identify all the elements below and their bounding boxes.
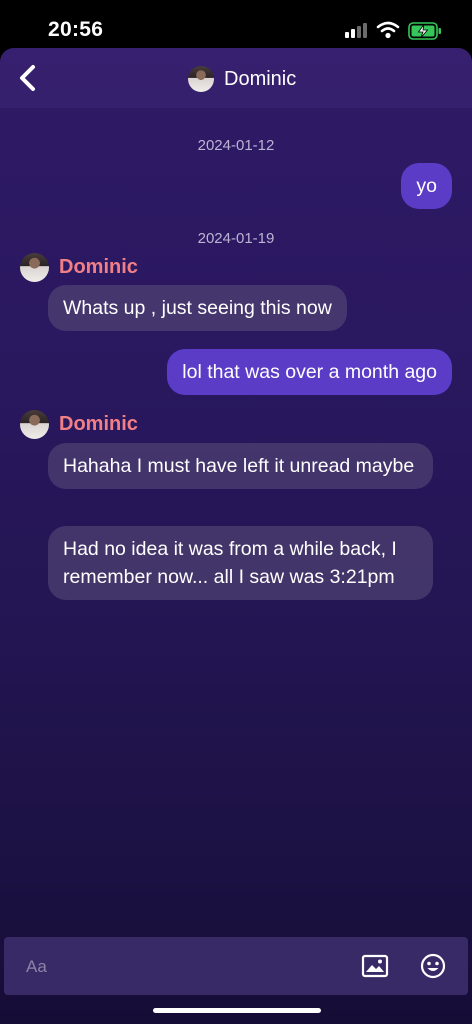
incoming-message[interactable]: Had no idea it was from a while back, I … — [48, 526, 433, 600]
chevron-left-icon — [20, 65, 35, 91]
incoming-message[interactable]: Whats up , just seeing this now — [48, 285, 347, 331]
sender-row: Dominic — [20, 253, 138, 282]
outgoing-message[interactable]: yo — [401, 163, 452, 209]
avatar[interactable] — [20, 410, 49, 439]
sender-name: Dominic — [59, 413, 138, 435]
contact-info[interactable]: Dominic — [188, 65, 296, 93]
contact-name: Dominic — [224, 67, 297, 90]
home-indicator — [153, 1008, 321, 1013]
outgoing-message[interactable]: lol that was over a month ago — [167, 349, 452, 395]
sender-name: Dominic — [59, 256, 138, 278]
message-text: Had no idea it was from a while back, I … — [63, 538, 397, 588]
back-button[interactable] — [12, 62, 44, 94]
avatar — [188, 66, 214, 92]
cellular-signal-icon — [345, 22, 369, 38]
avatar[interactable] — [20, 253, 49, 282]
battery-charging-icon — [408, 22, 441, 40]
emoji-icon[interactable] — [420, 953, 446, 979]
incoming-message[interactable]: Hahaha I must have left it unread maybe — [48, 443, 433, 489]
date-separator: 2024-01-19 — [197, 230, 275, 247]
sender-row: Dominic — [20, 410, 138, 439]
message-text: Hahaha I must have left it unread maybe — [63, 455, 415, 477]
chat-header: Dominic — [0, 48, 472, 108]
image-icon[interactable] — [361, 954, 389, 978]
message-input[interactable] — [26, 955, 326, 979]
wifi-icon — [376, 21, 400, 39]
message-text: yo — [416, 175, 437, 197]
date-separator: 2024-01-12 — [197, 137, 275, 154]
message-text: Whats up , just seeing this now — [63, 297, 332, 319]
message-composer — [4, 937, 468, 995]
status-time: 20:56 — [48, 18, 104, 41]
message-text: lol that was over a month ago — [182, 361, 437, 383]
status-bar: 20:56 — [0, 0, 472, 48]
chat-screen: Dominic 2024-01-12 yo 2024-01-19 Dominic… — [0, 48, 472, 1024]
